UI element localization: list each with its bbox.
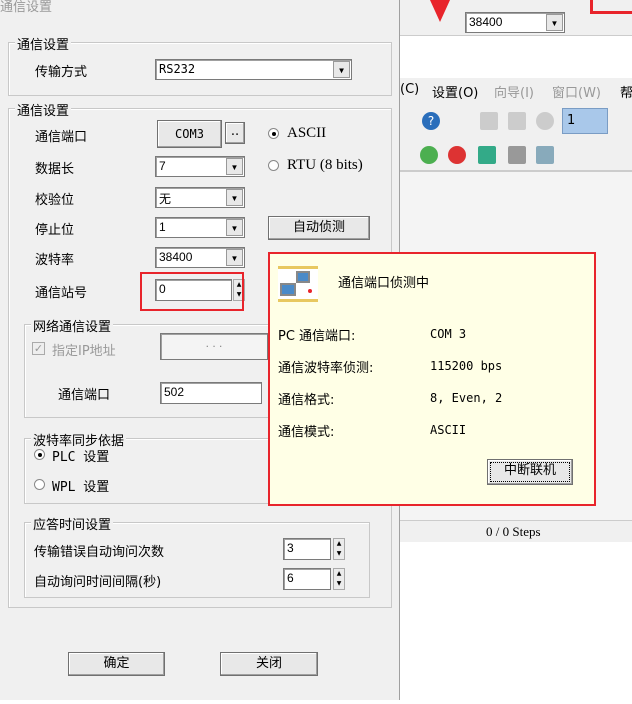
pc-port-value: COM 3: [430, 327, 467, 341]
format-label: 通信格式:: [278, 393, 335, 408]
satellite-icon[interactable]: [536, 146, 554, 164]
status-steps: 0 / 0 Steps: [486, 524, 541, 539]
data-length-combo[interactable]: 7 ▼: [155, 156, 245, 177]
upload-icon[interactable]: [478, 146, 496, 164]
app-toolbar: ? 1: [400, 104, 632, 172]
port-detect-popup: 通信端口侦测中 PC 通信端口: COM 3 通信波特率侦测: 115200 b…: [268, 252, 596, 506]
wpl-radio[interactable]: [34, 479, 45, 490]
menu-item-wizard[interactable]: 向导(I): [494, 82, 534, 101]
transfer-value: RS232: [159, 62, 196, 76]
red-arrow-icon: [430, 0, 450, 22]
ip-label: 指定IP地址: [52, 344, 116, 359]
data-length-label: 数据长: [35, 162, 75, 177]
stop-icon[interactable]: [448, 146, 466, 164]
baud-detect-label: 通信波特率侦测:: [278, 361, 374, 376]
data-length-value: 7: [159, 159, 166, 173]
transfer-label: 传输方式: [35, 65, 88, 80]
menu-item-help[interactable]: 帮: [620, 82, 632, 101]
baud-combo[interactable]: 38400 ▼: [155, 247, 245, 268]
parity-label: 校验位: [35, 193, 75, 208]
mode-label: 通信模式:: [278, 425, 335, 440]
plc-radio[interactable]: [34, 449, 45, 460]
run-icon[interactable]: [420, 146, 438, 164]
browse-button[interactable]: ..: [225, 122, 245, 144]
network-port-label: 通信端口: [58, 388, 111, 403]
app-statusbar: 0 / 0 Steps: [400, 520, 632, 542]
ascii-label: ASCII: [287, 125, 327, 141]
toolbar-number-input[interactable]: 1: [562, 108, 608, 134]
auto-detect-button[interactable]: 自动侦测: [268, 216, 370, 240]
menu-item-window[interactable]: 窗口(W): [552, 82, 601, 101]
retry-input[interactable]: 3: [283, 538, 331, 560]
mode-value: ASCII: [430, 423, 467, 437]
station-label: 通信站号: [35, 286, 88, 301]
app-baud-value: 38400: [469, 15, 503, 29]
retry-spinner[interactable]: ▲ ▼: [333, 538, 345, 560]
close-button[interactable]: 关闭: [220, 652, 318, 676]
chevron-down-icon: ▼: [546, 14, 563, 31]
interval-spinner[interactable]: ▲ ▼: [333, 568, 345, 590]
red-highlight-box: [590, 0, 632, 14]
baud-value: 38400: [159, 250, 193, 264]
baud-label: 波特率: [35, 253, 75, 268]
wpl-label: WPL 设置: [52, 480, 110, 495]
stop-bit-value: 1: [159, 220, 166, 234]
com-port-button[interactable]: COM3: [157, 120, 222, 148]
red-highlight-box: [140, 272, 244, 311]
interval-label: 自动询问时间间隔(秒): [34, 575, 162, 590]
retry-label: 传输错误自动询问次数: [34, 545, 165, 560]
rtu-radio[interactable]: [268, 160, 279, 171]
toolbar-icon[interactable]: [480, 112, 498, 130]
group-label: 网络通信设置: [31, 316, 114, 335]
group-label: 通信设置: [15, 34, 72, 53]
app-menubar: (C) 设置(O) 向导(I) 窗口(W) 帮: [400, 78, 632, 104]
interval-input[interactable]: 6: [283, 568, 331, 590]
rtu-label: RTU (8 bits): [287, 157, 363, 173]
menu-item-settings[interactable]: 设置(O): [432, 82, 478, 101]
popup-title: 通信端口侦测中: [338, 276, 430, 291]
download-icon[interactable]: [508, 146, 526, 164]
ip-address-input[interactable]: . . .: [160, 333, 268, 360]
ip-checkbox[interactable]: ✓: [32, 342, 45, 355]
app-baud-combo[interactable]: 38400 ▼: [465, 12, 565, 33]
toolbar-icon[interactable]: [536, 112, 554, 130]
chevron-down-icon: ▼: [226, 158, 243, 175]
chevron-down-icon: ▼: [226, 189, 243, 206]
help-icon[interactable]: ?: [422, 112, 440, 130]
plc-label: PLC 设置: [52, 450, 110, 465]
parity-combo[interactable]: 无 ▼: [155, 187, 245, 208]
menu-item-c[interactable]: (C): [400, 82, 419, 97]
chevron-down-icon: ▼: [226, 219, 243, 236]
dialog-title: 通信设置: [0, 0, 53, 15]
ok-button[interactable]: 确定: [68, 652, 165, 676]
stop-bit-combo[interactable]: 1 ▼: [155, 217, 245, 238]
network-computer-icon: [278, 266, 318, 302]
network-port-input[interactable]: 502: [160, 382, 262, 404]
stop-bit-label: 停止位: [35, 223, 75, 238]
group-label: 通信设置: [15, 100, 72, 119]
pc-port-label: PC 通信端口:: [278, 329, 356, 344]
baud-detect-value: 115200 bps: [430, 359, 503, 373]
chevron-down-icon: ▼: [226, 249, 243, 266]
abort-connection-button[interactable]: 中断联机: [487, 459, 573, 485]
format-value: 8, Even, 2: [430, 391, 503, 405]
toolbar-icon[interactable]: [508, 112, 526, 130]
parity-value: 无: [159, 192, 172, 206]
transfer-combo[interactable]: RS232 ▼: [155, 59, 352, 80]
group-label: 应答时间设置: [31, 514, 114, 533]
ascii-radio[interactable]: [268, 128, 279, 139]
chevron-down-icon: ▼: [333, 61, 350, 78]
port-label: 通信端口: [35, 130, 88, 145]
